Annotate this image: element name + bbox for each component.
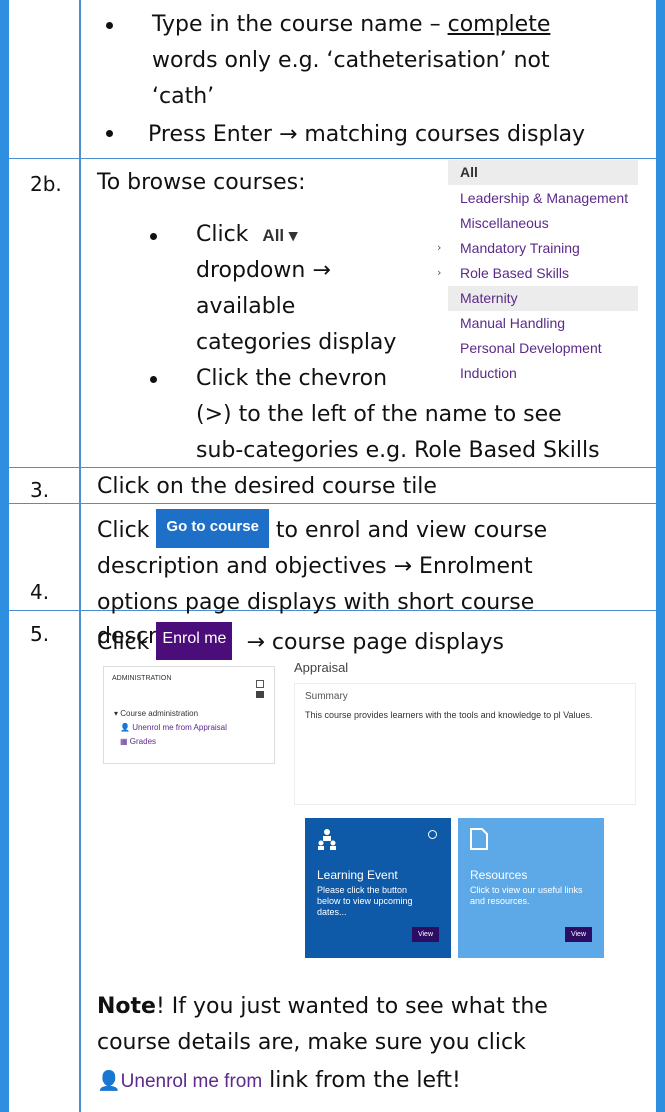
bullet-press-enter: Press Enter → matching courses display xyxy=(148,122,586,147)
tile-title: Learning Event xyxy=(317,868,398,882)
note-line2: course details are, make sure you click xyxy=(97,1030,526,1055)
unenrol-user-icon: 👤 xyxy=(97,1071,121,1092)
category-miscellaneous[interactable]: Miscellaneous xyxy=(448,211,638,236)
dock-icon[interactable] xyxy=(256,680,264,688)
document-icon xyxy=(470,828,488,850)
chevron-line1: Click the chevron xyxy=(196,366,388,391)
step-number-2b: 2b. xyxy=(30,172,62,196)
left-border xyxy=(0,0,9,1112)
menu-icon[interactable] xyxy=(256,691,264,698)
bullet xyxy=(150,376,157,383)
status-circle-icon xyxy=(428,830,437,839)
click-all-line: Click All ▾ xyxy=(196,218,297,253)
note-line3: 👤Unenrol me from link from the left! xyxy=(97,1068,461,1093)
bullet-type-line3: ‘cath’ xyxy=(152,84,215,109)
category-maternity[interactable]: Maternity xyxy=(448,286,638,311)
view-button[interactable]: View xyxy=(564,927,592,942)
step4-line1: Click Go to course to enrol and view cou… xyxy=(97,509,547,554)
step-number-3: 3. xyxy=(30,478,50,502)
learning-event-tile[interactable]: Learning Event Please click the button b… xyxy=(305,818,451,958)
unenrol-user-icon: 👤 xyxy=(120,723,130,732)
course-page: Appraisal Summary This course provides l… xyxy=(291,657,636,807)
chevron-line3: sub-categories e.g. Role Based Skills xyxy=(196,438,600,463)
people-hierarchy-icon xyxy=(318,829,336,850)
column-divider xyxy=(79,0,81,1112)
category-mandatory-training[interactable]: Mandatory Training xyxy=(448,236,638,261)
chevron-right-icon[interactable]: › xyxy=(437,266,441,279)
go-to-course-button[interactable]: Go to course xyxy=(156,509,269,548)
bullet-type-line2: words only e.g. ‘catheterisation’ not xyxy=(152,48,550,73)
tile-description: Please click the button below to view up… xyxy=(317,885,413,917)
resources-tile[interactable]: Resources Click to view our useful links… xyxy=(458,818,604,958)
bullet xyxy=(106,130,113,137)
unenrol-inline-link[interactable]: 👤Unenrol me from xyxy=(97,1071,262,1092)
administration-panel: ADMINISTRATION ▾ Course administration 👤… xyxy=(103,666,275,764)
category-induction[interactable]: Induction xyxy=(448,361,638,386)
unenrol-link[interactable]: 👤 Unenrol me from Appraisal xyxy=(120,723,227,732)
step-number-4: 4. xyxy=(30,580,50,604)
category-role-based-skills[interactable]: Role Based Skills xyxy=(448,261,638,286)
administration-header: ADMINISTRATION xyxy=(112,675,172,682)
grades-link[interactable]: ▦ Grades xyxy=(120,737,156,746)
category-leadership[interactable]: Leadership & Management xyxy=(448,186,638,211)
available-line: available xyxy=(196,294,296,319)
tile-title: Resources xyxy=(470,868,528,882)
bullet xyxy=(106,22,113,29)
chevron-right-icon[interactable]: › xyxy=(437,241,441,254)
step-number-5: 5. xyxy=(30,622,50,646)
view-button[interactable]: View xyxy=(411,927,439,942)
tile-description: Click to view our useful links and resou… xyxy=(470,885,583,906)
grades-table-icon: ▦ xyxy=(120,737,128,746)
chevron-line2: (>) to the left of the name to see xyxy=(196,402,562,427)
category-personal-development[interactable]: Personal Development xyxy=(448,336,638,361)
browse-title: To browse courses: xyxy=(97,170,306,195)
step3-text: Click on the desired course tile xyxy=(97,474,437,499)
category-all[interactable]: All xyxy=(448,160,638,185)
course-title: Appraisal xyxy=(294,660,349,675)
step4-line3: options page displays with short course xyxy=(97,590,535,615)
row-divider xyxy=(9,158,656,159)
categories-display-line: categories display xyxy=(196,330,397,355)
step4-line2: description and objectives → Enrolment xyxy=(97,554,533,579)
category-manual-handling[interactable]: Manual Handling xyxy=(448,311,638,336)
course-administration-item[interactable]: ▾ Course administration xyxy=(114,709,198,718)
summary-heading: Summary xyxy=(305,691,348,702)
dropdown-line: dropdown → xyxy=(196,258,331,283)
summary-text: This course provides learners with the t… xyxy=(305,710,593,720)
bullet xyxy=(150,233,157,240)
right-border xyxy=(656,0,665,1112)
note-line1: Note! If you just wanted to see what the xyxy=(97,994,548,1019)
enrol-me-button[interactable]: Enrol me xyxy=(156,622,233,660)
all-dropdown-button[interactable]: All ▾ xyxy=(262,219,297,253)
bullet-type-line1: Type in the course name – complete xyxy=(152,12,551,37)
